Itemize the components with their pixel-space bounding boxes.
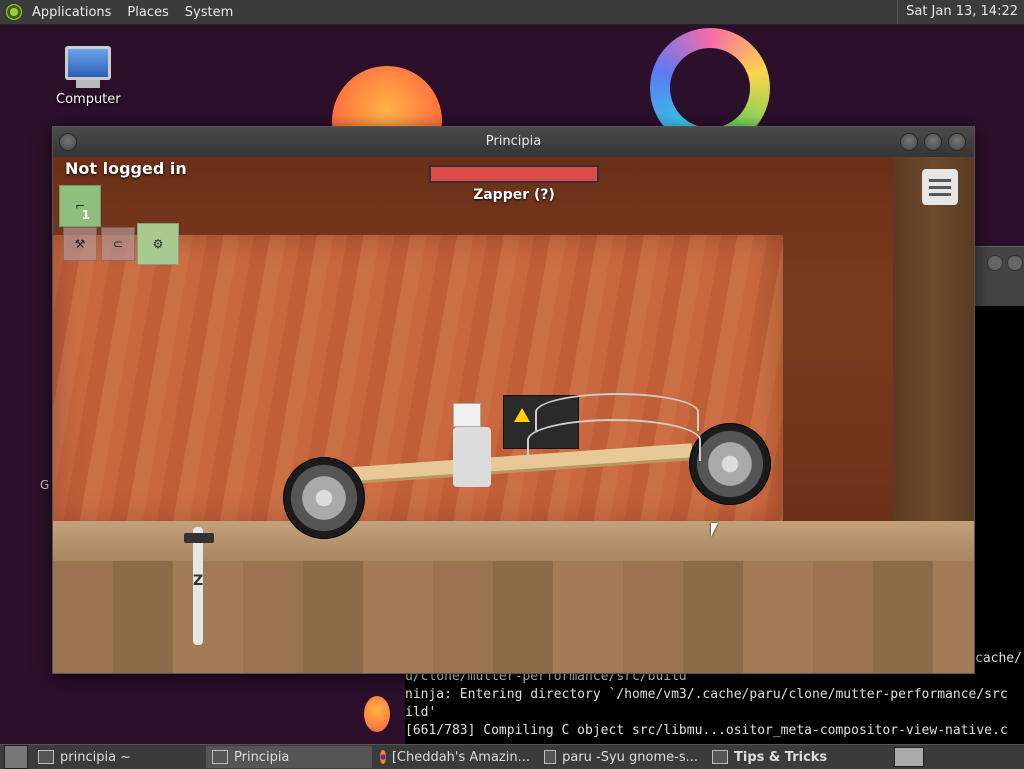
tool-slot-wrench[interactable]: ⚒ [63, 227, 97, 261]
tool-power-bar [429, 165, 599, 183]
tool-slot-count: 1 [81, 208, 90, 222]
taskbar-item[interactable]: [Cheddah's Amazin... [374, 746, 536, 768]
terminal-text-fragment: cache/ [975, 651, 1022, 666]
window-menu-button[interactable] [59, 133, 77, 151]
zoom-slider-handle[interactable] [184, 533, 214, 543]
taskbar-item[interactable]: paru -Syu gnome-s... [538, 746, 704, 768]
menu-applications[interactable]: Applications [24, 5, 119, 20]
tool-slot-main[interactable]: ⌐ 1 [59, 185, 101, 227]
window-titlebar[interactable]: Principia [53, 127, 974, 157]
robot-head[interactable] [453, 403, 481, 427]
vehicle-wheel-right[interactable] [689, 423, 771, 505]
wire[interactable] [527, 419, 701, 461]
menu-icon-line [929, 185, 951, 189]
menu-icon-line [929, 178, 951, 182]
terminal-window-button[interactable] [1007, 255, 1023, 271]
tool-slot-gear[interactable]: ⚙ [137, 223, 179, 265]
computer-icon [65, 46, 111, 80]
maximize-button[interactable] [924, 133, 942, 151]
game-floor [53, 521, 974, 673]
tool-slot-grabber[interactable]: ⊂ [101, 227, 135, 261]
principia-window: Principia Not logged in Zapper (?) ⌐ 1 ⚒… [52, 126, 975, 674]
taskbar-item-label: principia ~ [60, 749, 132, 765]
window-icon [712, 750, 728, 764]
bottom-panel: principia ~ Principia [Cheddah's Amazin.… [0, 744, 1024, 769]
firefox-icon [380, 750, 386, 764]
game-side-wall [893, 157, 974, 537]
grabber-icon: ⊂ [112, 237, 124, 251]
zoom-label: Z [193, 573, 204, 589]
computer-icon-stand [76, 80, 100, 88]
top-menu: Applications Places System [24, 0, 241, 24]
panel-clock[interactable]: Sat Jan 13, 14:22 [897, 0, 1018, 24]
taskbar-item-label: [Cheddah's Amazin... [391, 749, 530, 765]
login-status[interactable]: Not logged in [65, 159, 187, 178]
desktop-icon-computer[interactable]: Computer [56, 44, 121, 107]
terminal-line: ild' [405, 705, 437, 720]
terminal-icon [544, 750, 557, 764]
menu-icon-line [929, 192, 951, 196]
terminal-icon [38, 750, 54, 764]
hamburger-menu-button[interactable] [922, 169, 958, 205]
menu-system[interactable]: System [177, 5, 241, 20]
taskbar-item-label: Tips & Tricks [734, 749, 828, 765]
close-button[interactable] [948, 133, 966, 151]
terminal-output: u/clone/mutter-performance/src/build ninj… [405, 668, 1024, 746]
vehicle-wheel-left[interactable] [283, 457, 365, 539]
desktop-stray-text: G [40, 478, 50, 492]
window-title: Principia [485, 134, 542, 149]
wrench-icon: ⚒ [74, 237, 86, 251]
game-wood-panel [53, 235, 783, 525]
show-desktop-button[interactable] [4, 745, 28, 769]
tool-name[interactable]: Zapper (?) [431, 187, 597, 203]
menu-places[interactable]: Places [119, 5, 176, 20]
workspace-switcher[interactable] [894, 747, 924, 767]
taskbar-item-label: paru -Syu gnome-s... [562, 749, 698, 765]
terminal-line: [661/783] Compiling C object src/libmu..… [405, 723, 1008, 738]
minimize-button[interactable] [900, 133, 918, 151]
app-menu-icon[interactable] [6, 4, 22, 20]
top-panel: Applications Places System Sat Jan 13, 1… [0, 0, 1024, 25]
terminal-window-button[interactable] [987, 255, 1003, 271]
taskbar-item[interactable]: Tips & Tricks [706, 746, 878, 768]
robot-body[interactable] [453, 427, 491, 487]
gear-icon: ⚙ [152, 237, 164, 251]
window-icon [212, 750, 228, 764]
terminal-line: ninja: Entering directory `/home/vm3/.ca… [405, 687, 1008, 702]
taskbar-item[interactable]: principia ~ [32, 746, 204, 768]
terminal-titlebar [975, 246, 1024, 307]
game-viewport[interactable]: Not logged in Zapper (?) ⌐ 1 ⚒ ⊂ ⚙ Z [53, 157, 974, 673]
wallpaper-orange-egg [364, 696, 390, 732]
mouse-cursor-icon [711, 523, 718, 537]
taskbar-item-active[interactable]: Principia [206, 746, 372, 768]
desktop-icon-label: Computer [56, 92, 121, 107]
taskbar-item-label: Principia [234, 749, 290, 765]
warning-icon [514, 408, 530, 422]
